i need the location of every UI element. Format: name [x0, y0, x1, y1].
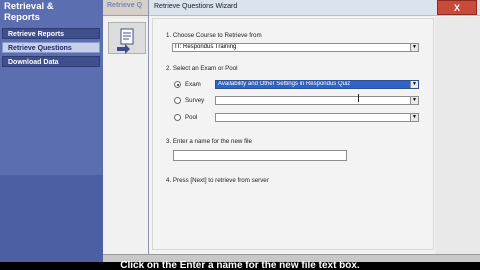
dropdown-arrow-icon: ▼	[410, 81, 418, 88]
sidebar-item-download-data[interactable]: Download Data	[2, 56, 100, 67]
dropdown-arrow-icon: ▼	[410, 114, 418, 121]
pool-dropdown[interactable]: ▼	[215, 113, 419, 122]
dialog-titlebar: Retrieve Questions Wizard X	[149, 0, 480, 16]
close-button[interactable]: X	[437, 0, 477, 15]
caption-bar: Click on the Enter a name for the new fi…	[0, 261, 480, 270]
sidebar-title: Retrieval & Reports	[4, 1, 54, 23]
exam-radio-label: Exam	[185, 81, 201, 88]
pool-radio[interactable]	[174, 114, 181, 121]
sidebar-item-retrieve-questions[interactable]: Retrieve Questions	[2, 42, 100, 53]
dropdown-arrow-icon: ▼	[410, 97, 418, 104]
retrieve-questions-wizard: Retrieve Questions Wizard X 1. Choose Co…	[148, 0, 480, 254]
step2-label: 2. Select an Exam or Pool	[166, 65, 238, 72]
retrieve-questions-icon	[117, 28, 134, 54]
sidebar-item-label: Retrieve Questions	[8, 45, 72, 52]
wizard-side-panel	[435, 17, 480, 254]
new-file-name-input[interactable]	[173, 150, 347, 161]
main-header: Retrieve Q	[103, 0, 149, 16]
step1-label: 1. Choose Course to Retrieve from	[166, 32, 262, 39]
exam-radio[interactable]	[174, 81, 181, 88]
sidebar-item-label: Retrieve Reports	[8, 31, 65, 38]
step3-label: 3. Enter a name for the new file	[166, 138, 252, 145]
course-dropdown[interactable]: IT: Respondus Training ▼	[172, 43, 419, 52]
sidebar-item-label: Download Data	[8, 59, 59, 66]
pool-radio-label: Pool	[185, 114, 198, 121]
step4-label: 4. Press [Next] to retrieve from server	[166, 177, 269, 184]
sidebar-item-retrieve-reports[interactable]: Retrieve Reports	[2, 28, 100, 39]
survey-radio[interactable]	[174, 97, 181, 104]
main-header-label: Retrieve Q	[107, 2, 143, 9]
course-dropdown-value: IT: Respondus Training	[175, 44, 237, 50]
retrieve-questions-tool-button[interactable]	[108, 22, 146, 54]
exam-dropdown-value: Availability and Other Settings in Respo…	[218, 81, 351, 87]
text-cursor-icon	[358, 94, 359, 102]
sidebar-lower-area	[0, 175, 103, 270]
exam-dropdown[interactable]: Availability and Other Settings in Respo…	[215, 80, 419, 89]
wizard-content-frame	[152, 18, 434, 250]
close-icon: X	[453, 3, 460, 13]
sidebar-title-line2: Reports	[4, 12, 40, 23]
dropdown-arrow-icon: ▼	[410, 44, 418, 51]
survey-dropdown[interactable]: ▼	[215, 96, 419, 105]
sidebar-title-line1: Retrieval &	[4, 1, 54, 12]
survey-radio-label: Survey	[185, 97, 205, 104]
caption-text: Click on the Enter a name for the new fi…	[120, 261, 360, 270]
sidebar: Retrieval & Reports Retrieve Reports Ret…	[0, 0, 103, 270]
dialog-title: Retrieve Questions Wizard	[154, 3, 238, 10]
main-panel	[103, 18, 149, 270]
